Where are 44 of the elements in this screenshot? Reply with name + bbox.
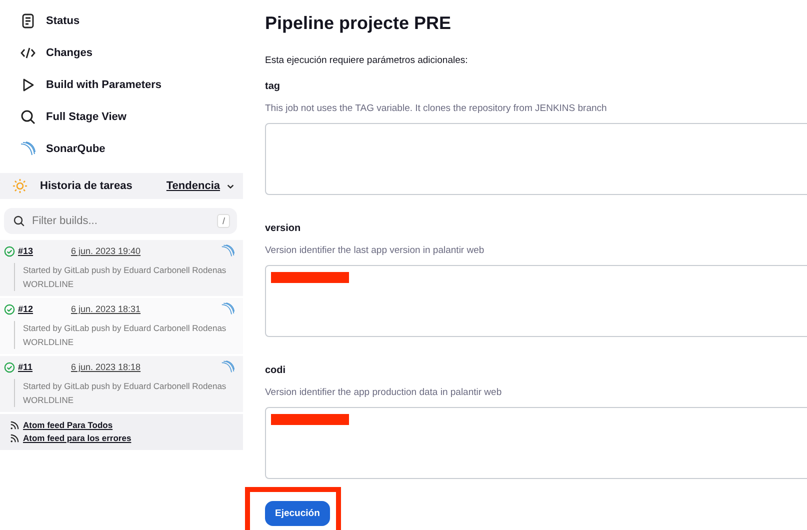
document-icon — [20, 13, 36, 29]
intro-text: Esta ejecución requiere parámetros adicionales: — [265, 55, 469, 66]
build-number-link[interactable]: #12 — [18, 304, 68, 314]
trend-link[interactable]: Tendencia — [166, 180, 235, 192]
parameter-description: Version identifier the last app version in palantir web — [265, 245, 486, 256]
build-date-link[interactable]: 6 jun. 2023 19:40 — [71, 246, 218, 256]
parameter-name: version — [265, 223, 302, 234]
sidebar-link[interactable]: Full Stage View — [20, 108, 243, 126]
build-description: Started by GitLab push by Eduard Carbonell Rodenas — [23, 380, 228, 393]
feed-link[interactable]: Atom feed para los errores — [10, 433, 233, 443]
sun-icon — [12, 178, 28, 194]
build-number-link[interactable]: #13 — [18, 246, 68, 256]
rss-icon — [10, 420, 19, 430]
parameter-description: Version identifier the app production data in palantir web — [265, 387, 503, 398]
page-title: Pipeline projecte PRE — [265, 13, 452, 34]
parameter-name: codi — [265, 365, 287, 376]
sonar-waves-icon — [221, 244, 235, 258]
sonar-waves-icon — [20, 141, 36, 157]
parameter-name: tag — [265, 81, 281, 92]
sonar-waves-icon — [221, 302, 235, 316]
build-date-link[interactable]: 6 jun. 2023 18:18 — [71, 362, 218, 372]
code-icon — [20, 45, 36, 61]
parameter-textarea[interactable] — [265, 407, 807, 479]
build-user: WORLDLINE — [23, 394, 75, 407]
sidebar-link[interactable]: SonarQube — [20, 140, 243, 158]
shortcut-key: / — [217, 214, 230, 228]
build-user: WORLDLINE — [23, 278, 75, 291]
sidebar-link[interactable]: Changes — [20, 44, 243, 62]
parameter-description: This job not uses the TAG variable. It clones the repository from JENKINS branch — [265, 103, 608, 114]
sidebar-link[interactable]: Build with Parameters — [20, 76, 243, 94]
build-date-link[interactable]: 6 jun. 2023 18:31 — [71, 304, 218, 314]
sonar-waves-icon — [221, 360, 235, 374]
parameter-textarea[interactable] — [265, 265, 807, 337]
build-description: Started by GitLab push by Eduard Carbonell Rodenas — [23, 264, 228, 277]
rss-icon — [10, 434, 19, 442]
search-icon — [20, 109, 36, 125]
build-number-link[interactable]: #11 — [18, 362, 68, 372]
build-history-title: Historia de tareas — [40, 180, 134, 192]
feed-link[interactable]: Atom feed Para Todos — [10, 420, 233, 430]
build-user: WORLDLINE — [23, 336, 75, 349]
build-description: Started by GitLab push by Eduard Carbonell Rodenas — [23, 322, 228, 335]
sidebar-link[interactable]: Status — [20, 12, 243, 30]
search-icon — [13, 215, 25, 227]
run-button[interactable]: Ejecución — [265, 501, 330, 526]
